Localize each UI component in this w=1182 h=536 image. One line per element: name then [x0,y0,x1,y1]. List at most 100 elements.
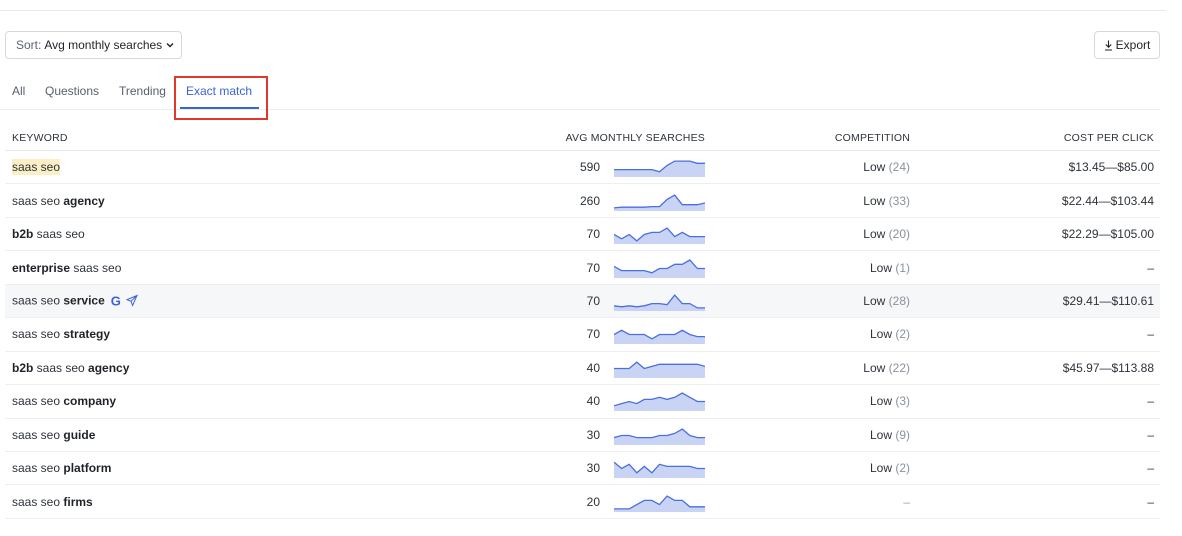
avg-monthly-searches-value: 20 [586,494,600,509]
keyword-base: saas seo [12,394,64,409]
column-header-cost-per-click[interactable]: COST PER CLICK [1064,132,1154,144]
cost-per-click-value: – [1147,327,1154,342]
avg-monthly-searches-value: 40 [586,394,600,409]
table-row[interactable]: b2b saas seo agency 40 Low (22) $45.97—$113… [5,352,1160,386]
cost-per-click-value: $13.45—$85.00 [1068,160,1154,175]
competition-level: Low [869,327,892,342]
avg-monthly-searches-value: 70 [586,293,600,308]
avg-monthly-searches-value: 590 [579,160,600,175]
trend-sparkline [614,329,705,345]
trend-sparkline [614,494,705,512]
keyword-base: saas seo [12,159,61,176]
competition-index: (2) [895,327,910,342]
download-icon [1104,40,1113,51]
column-header-keyword[interactable]: KEYWORD [12,132,68,144]
tab-questions[interactable]: Questions [45,84,99,98]
table-body: saas seo 590 Low (24) $13.45—$85.00 saas seo… [5,151,1160,519]
keyword-modifier: b2b [12,360,34,375]
sparkline-area [614,428,705,445]
cost-per-click-value: – [1147,260,1154,275]
keyword-cell[interactable]: b2b saas seo agency [12,361,129,375]
cost-per-click-value: – [1147,394,1154,409]
table-row[interactable]: saas seo company 40 Low (3) – [5,385,1160,419]
competition-index: (2) [895,461,910,476]
keyword-modifier: guide [63,427,96,442]
competition-index: (22) [888,360,910,375]
keyword-cell[interactable]: saas seo guide [12,428,95,442]
keyword-action-icons: G [111,293,138,308]
active-tab-indicator [180,107,259,109]
trend-sparkline [614,160,705,178]
keyword-cell[interactable]: saas seo platform [12,461,111,475]
trend-sparkline [614,193,705,211]
competition-index: (24) [888,160,910,175]
competition-level: Low [863,293,886,308]
sort-prefix: Sort: [16,38,42,52]
competition-level: – [903,494,910,509]
keyword-cell[interactable]: b2b saas seo [12,227,85,241]
keyword-modifier: enterprise [12,260,71,275]
keyword-cell[interactable]: saas seo [12,159,61,176]
chevron-down-icon [166,42,174,48]
competition-level: Low [863,227,886,242]
cost-per-click-value: $29.41—$110.61 [1062,293,1154,308]
column-header-competition[interactable]: COMPETITION [835,132,910,144]
table-row[interactable]: enterprise saas seo 70 Low (1) – [5,251,1160,285]
competition-level: Low [869,427,892,442]
table-row[interactable]: saas seo agency 260 Low (33) $22.44—$103.44 [5,184,1160,218]
table-row[interactable]: saas seo platform 30 Low (2) – [5,452,1160,486]
table-row[interactable]: saas seo firms 20 – – [5,485,1160,519]
tab-trending[interactable]: Trending [119,84,166,98]
keyword-modifier: firms [63,494,93,509]
keyword-cell[interactable]: saas seo strategy [12,327,110,341]
competition-index: (28) [888,293,910,308]
competition-cell: Low (1) [870,261,910,275]
cost-per-click-value: $22.44—$103.44 [1061,193,1154,208]
keyword-cell[interactable]: saas seo firms [12,495,93,509]
trend-sparkline [614,392,705,412]
export-button[interactable]: Export [1094,31,1160,59]
trend-sparkline [614,227,705,245]
tab-bar: All Questions Trending Exact match [0,75,1160,120]
google-search-icon[interactable]: G [111,293,121,308]
keyword-modifier: agency [88,360,130,375]
competition-level: Low [863,193,886,208]
keyword-cell[interactable]: saas seo agency [12,194,105,208]
cost-per-click-value: – [1147,427,1154,442]
cost-per-click-value: $22.29—$105.00 [1061,227,1154,242]
keyword-modifier: company [63,394,117,409]
avg-monthly-searches-value: 70 [586,260,600,275]
competition-index: (3) [895,394,910,409]
highlight-callout-box [174,76,268,120]
competition-level: Low [869,394,892,409]
tab-exact-match[interactable]: Exact match [186,84,252,98]
keyword-cell[interactable]: saas seo service G [12,293,138,308]
competition-level: Low [869,461,892,476]
keyword-cell[interactable]: saas seo company [12,394,116,408]
table-row[interactable]: saas seo guide 30 Low (9) – [5,419,1160,452]
cost-per-click-value: $45.97—$113.88 [1062,360,1154,375]
keyword-base: saas seo [12,494,64,509]
competition-cell: – [903,495,910,509]
competition-cell: Low (9) [870,428,910,442]
trend-sparkline [614,294,705,311]
competition-cell: Low (28) [863,294,910,308]
table-row[interactable]: saas seo strategy 70 Low (2) – [5,318,1160,352]
table-header: KEYWORD AVG MONTHLY SEARCHES COMPETITION… [5,120,1160,151]
trend-sparkline [614,461,705,479]
avg-monthly-searches-value: 30 [586,461,600,476]
tab-all[interactable]: All [12,84,25,98]
sort-dropdown[interactable]: Sort: Avg monthly searches [5,31,182,59]
table-row[interactable]: saas seo service G 70 Low (28) $29.41—$110.6… [5,284,1160,319]
keyword-base: saas seo [12,427,64,442]
send-icon[interactable] [125,295,138,307]
competition-index: (1) [895,260,910,275]
competition-level: Low [863,160,886,175]
trend-sparkline [614,361,705,378]
table-row[interactable]: b2b saas seo 70 Low (20) $22.29—$105.00 [5,218,1160,252]
competition-cell: Low (24) [863,160,910,174]
avg-monthly-searches-value: 30 [586,427,600,442]
table-row[interactable]: saas seo 590 Low (24) $13.45—$85.00 [5,151,1160,185]
keyword-cell[interactable]: enterprise saas seo [12,261,121,275]
column-header-avg-monthly-searches[interactable]: AVG MONTHLY SEARCHES [566,132,705,144]
